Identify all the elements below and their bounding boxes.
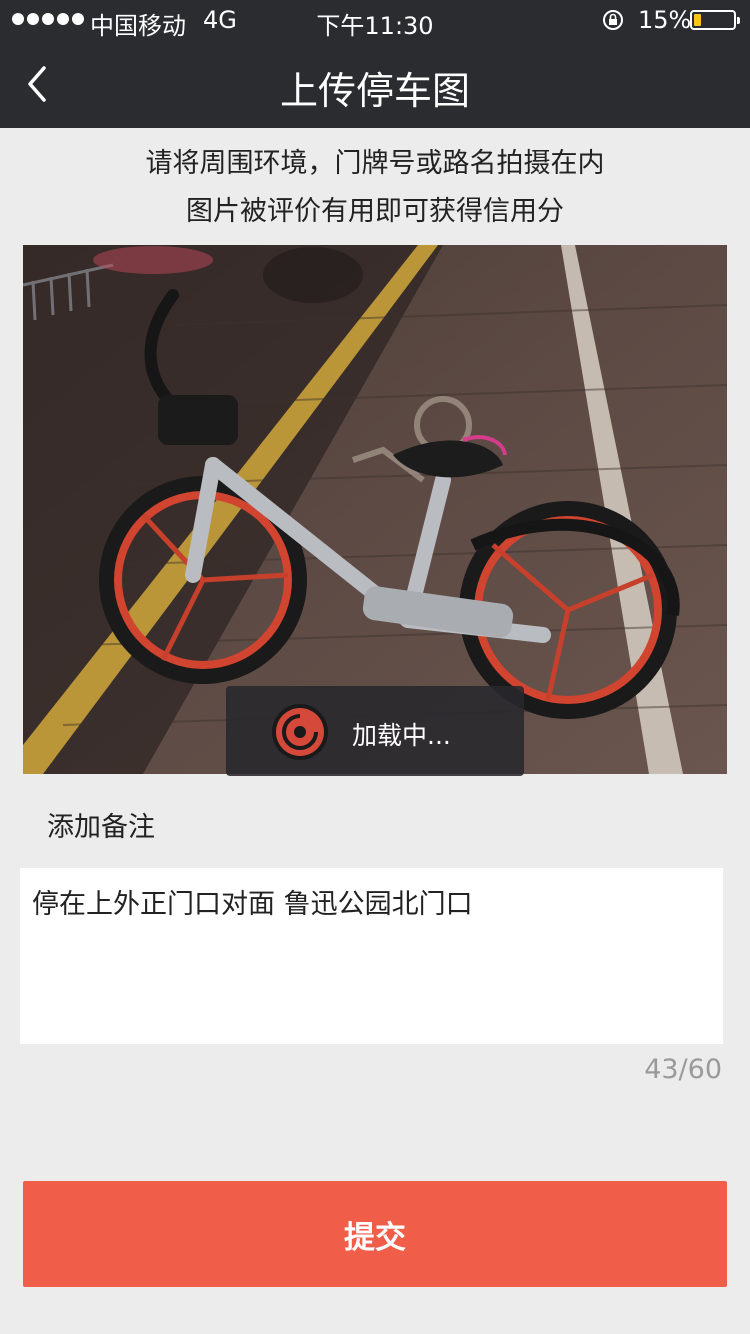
instruction-line-1: 请将周围环境，门牌号或路名拍摄在内	[145, 148, 605, 179]
remark-input[interactable]: 停在上外正门口对面 鲁迅公园北门口	[20, 868, 723, 1044]
rotation-lock-icon	[603, 10, 623, 30]
instruction-line-2: 图片被评价有用即可获得信用分	[186, 196, 564, 227]
remark-label: 添加备注	[47, 812, 155, 843]
battery-percent: 15%	[638, 6, 692, 34]
status-bar: 中国移动 4G 下午11:30 15%	[0, 0, 750, 40]
loading-toast: 加载中...	[226, 686, 524, 776]
loading-spinner-icon	[272, 704, 328, 760]
char-count: 43/60	[644, 1054, 722, 1085]
nav-bar: 上传停车图	[0, 40, 750, 128]
instructions: 请将周围环境，门牌号或路名拍摄在内 图片被评价有用即可获得信用分	[0, 140, 750, 236]
submit-button[interactable]: 提交	[23, 1181, 727, 1287]
battery-icon	[690, 10, 740, 30]
loading-text: 加载中...	[352, 721, 451, 750]
page-title: 上传停车图	[279, 69, 470, 113]
